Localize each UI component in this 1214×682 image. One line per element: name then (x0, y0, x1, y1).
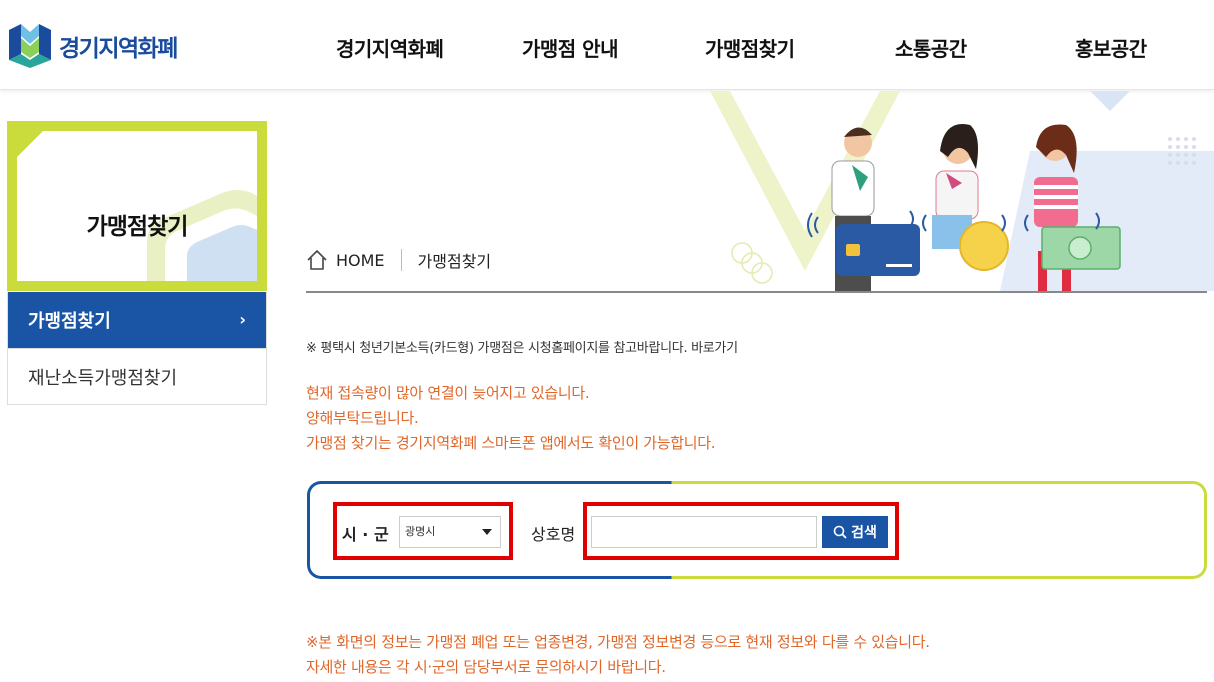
pyeongtaek-notice: ※ 평택시 청년기본소득(카드형) 가맹점은 시청홈페이지를 참고바랍니다. 바… (306, 341, 738, 356)
store-name-input[interactable] (591, 516, 817, 548)
sidebar-item-label: 가맹점찾기 (28, 311, 111, 332)
search-panel-inner: 시 · 군 광명시 상호명 검색 (310, 484, 1204, 576)
search-button[interactable]: 검색 (822, 516, 888, 548)
sidebar-item-disaster-store-search[interactable]: 재난소득가맹점찾기 (8, 348, 266, 404)
sigun-select-value: 광명시 (405, 525, 436, 538)
nav-item-store-guide[interactable]: 가맹점 안내 (522, 33, 618, 62)
load-notice-line: 양해부탁드립니다. (306, 409, 419, 427)
info-disclaimer: ※본 화면의 정보는 가맹점 폐업 또는 업종변경, 가맹점 정보변경 등으로 … (306, 630, 930, 680)
breadcrumb-underline (306, 291, 1207, 293)
sidebar-menu: 가맹점찾기 › 재난소득가맹점찾기 (7, 292, 267, 405)
main-nav: 경기지역화폐 가맹점 안내 가맹점찾기 소통공간 홍보공간 (0, 0, 1214, 90)
caret-down-icon (482, 529, 492, 535)
breadcrumb: HOME 가맹점찾기 (306, 248, 491, 272)
chevron-right-icon: › (239, 310, 246, 329)
sidebar-item-label: 재난소득가맹점찾기 (28, 367, 178, 389)
load-notice-line: 가맹점 찾기는 경기지역화폐 스마트폰 앱에서도 확인이 가능합니다. (306, 434, 716, 452)
sidebar-title-panel: 가맹점찾기 (17, 131, 257, 281)
nav-item-promotion[interactable]: 홍보공간 (1075, 33, 1147, 62)
sidebar-title: 가맹점찾기 (86, 214, 189, 240)
breadcrumb-divider (400, 249, 402, 271)
nav-item-store-search[interactable]: 가맹점찾기 (705, 33, 795, 62)
sidebar-item-store-search[interactable]: 가맹점찾기 › (8, 292, 266, 348)
sigun-select[interactable]: 광명시 (399, 516, 501, 548)
nav-item-gyeonggi-currency[interactable]: 경기지역화폐 (336, 33, 444, 62)
search-panel: 시 · 군 광명시 상호명 검색 (307, 481, 1207, 579)
sidebar-title-frame: 가맹점찾기 (7, 121, 267, 291)
site-header: 경기지역화폐 경기지역화폐 가맹점 안내 가맹점찾기 소통공간 홍보공간 (0, 0, 1214, 90)
home-icon[interactable] (306, 249, 328, 271)
search-button-label: 검색 (851, 525, 877, 541)
header-illustration (710, 91, 1214, 291)
nav-item-community[interactable]: 소통공간 (895, 33, 967, 62)
load-notice-line: 현재 접속량이 많아 연결이 늦어지고 있습니다. (306, 384, 590, 402)
breadcrumb-home[interactable]: HOME (336, 251, 385, 270)
breadcrumb-current: 가맹점찾기 (417, 252, 492, 271)
store-name-label: 상호명 (531, 525, 576, 544)
sidebar-decoration-icon (17, 131, 257, 281)
search-icon (833, 525, 847, 539)
disclaimer-line: 자세한 내용은 각 시·군의 담당부서로 문의하시기 바랍니다. (306, 658, 666, 676)
disclaimer-line: ※본 화면의 정보는 가맹점 폐업 또는 업종변경, 가맹점 정보변경 등으로 … (306, 633, 930, 651)
load-notice: 현재 접속량이 많아 연결이 늦어지고 있습니다. 양해부탁드립니다. 가맹점 … (306, 381, 716, 456)
sigun-label: 시 · 군 (342, 525, 389, 544)
